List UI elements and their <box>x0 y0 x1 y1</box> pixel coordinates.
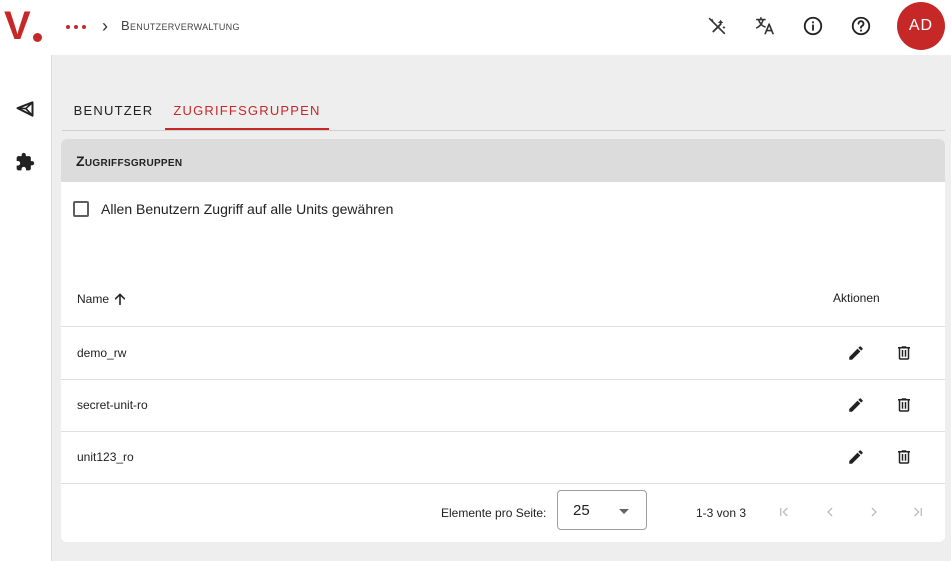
table-header: Name Aktionen <box>61 269 945 327</box>
edit-icon[interactable] <box>845 394 867 416</box>
tab-zugriffsgruppen[interactable]: Zugriffsgruppen <box>165 90 329 130</box>
table-row: unit123_ro <box>61 432 945 484</box>
edit-icon[interactable] <box>845 342 867 364</box>
access-groups-card: Zugriffsgruppen Allen Benutzern Zugriff … <box>61 139 945 542</box>
arrow-upward-icon <box>114 293 126 306</box>
edit-icon[interactable] <box>845 446 867 468</box>
first-page-icon[interactable] <box>772 500 796 524</box>
column-header-name-label: Name <box>77 292 110 306</box>
app-logo[interactable]: V <box>4 4 31 48</box>
extension-icon[interactable] <box>13 150 37 174</box>
unity-icon[interactable] <box>13 97 37 121</box>
grant-all-access-checkbox[interactable] <box>73 201 89 217</box>
dropdown-arrow-icon <box>619 509 629 514</box>
table-row: demo_rw <box>61 328 945 380</box>
tab-benutzer[interactable]: Benutzer <box>62 90 165 130</box>
main-content: Benutzer Zugriffsgruppen Zugriffsgruppen… <box>52 55 951 561</box>
translate-icon[interactable] <box>752 13 778 39</box>
page-size-label: Elemente pro Seite: <box>441 506 547 520</box>
more-horiz-icon[interactable] <box>66 18 86 36</box>
delete-icon[interactable] <box>893 446 915 468</box>
side-rail <box>0 55 52 561</box>
delete-icon[interactable] <box>893 394 915 416</box>
group-name: unit123_ro <box>77 450 134 464</box>
grant-all-access-label: Allen Benutzern Zugriff auf alle Units g… <box>101 201 394 217</box>
last-page-icon[interactable] <box>906 500 930 524</box>
previous-page-icon[interactable] <box>818 500 842 524</box>
grant-all-access-checkbox-row[interactable]: Allen Benutzern Zugriff auf alle Units g… <box>73 201 393 217</box>
page-range-label: 1-3 von 3 <box>696 506 747 520</box>
column-header-name[interactable]: Name <box>77 291 128 307</box>
breadcrumb-chevron-icon: › <box>102 16 108 36</box>
next-page-icon[interactable] <box>862 500 886 524</box>
help-icon[interactable] <box>848 13 874 39</box>
breadcrumb-current: Benutzerverwaltung <box>121 18 240 33</box>
logo-dot <box>33 33 42 42</box>
avatar[interactable]: AD <box>897 2 945 50</box>
auto-fix-off-icon[interactable] <box>704 13 730 39</box>
page-size-value: 25 <box>573 502 590 519</box>
column-header-actions: Aktionen <box>833 291 880 305</box>
group-name: demo_rw <box>77 346 127 360</box>
top-bar: V › Benutzerverwaltung AD <box>0 0 951 55</box>
page-size-select[interactable]: 25 <box>557 490 647 530</box>
info-icon[interactable] <box>800 13 826 39</box>
table-row: secret-unit-ro <box>61 380 945 432</box>
active-tab-indicator <box>165 128 329 130</box>
delete-icon[interactable] <box>893 342 915 364</box>
group-name: secret-unit-ro <box>77 398 148 412</box>
card-title: Zugriffsgruppen <box>61 139 945 182</box>
paginator: Elemente pro Seite: 25 1-3 von 3 <box>61 483 945 542</box>
tab-bar: Benutzer Zugriffsgruppen <box>62 90 945 131</box>
